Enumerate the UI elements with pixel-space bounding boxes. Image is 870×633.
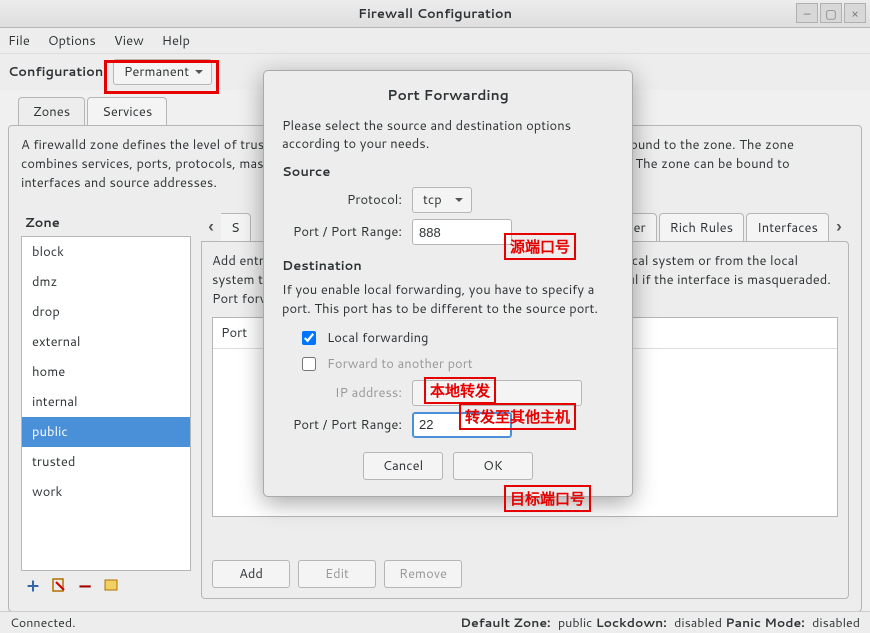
edit-button[interactable]: Edit <box>298 560 376 588</box>
config-tab-rich-rules[interactable]: Rich Rules <box>659 213 745 241</box>
window-title: Firewall Configuration <box>358 5 512 23</box>
status-ld-value: disabled <box>674 614 722 632</box>
local-forwarding-label: Local forwarding <box>327 329 429 347</box>
zone-item[interactable]: drop <box>22 297 190 327</box>
annotation-src-port: 源端口号 <box>504 233 576 260</box>
config-tab-interfaces[interactable]: Interfaces <box>746 213 829 241</box>
maximize-button[interactable]: ▢ <box>820 3 842 23</box>
status-pm-value: disabled <box>812 614 860 632</box>
ok-button[interactable]: OK <box>453 452 533 480</box>
protocol-label: Protocol: <box>282 191 412 209</box>
configuration-dropdown[interactable]: Permanent <box>113 59 212 85</box>
menu-file[interactable]: File <box>8 32 30 50</box>
forward-other-label: Forward to another port <box>327 355 473 373</box>
ip-address-label: IP address: <box>282 384 412 402</box>
window-controls: – ▢ × <box>794 3 866 23</box>
annotation-dst-port: 目标端口号 <box>504 485 591 512</box>
dialog-title: Port Forwarding <box>282 85 614 105</box>
edit-zone-icon[interactable] <box>51 577 67 593</box>
dialog-intro: Please select the source and destination… <box>282 117 614 153</box>
zone-item[interactable]: internal <box>22 387 190 417</box>
local-forwarding-checkbox[interactable]: Local forwarding <box>298 328 614 348</box>
remove-zone-icon[interactable]: − <box>77 577 93 593</box>
src-port-input[interactable] <box>412 219 512 245</box>
menu-help[interactable]: Help <box>162 32 190 50</box>
defaults-zone-icon[interactable] <box>103 577 119 593</box>
zone-item[interactable]: dmz <box>22 267 190 297</box>
menu-options[interactable]: Options <box>48 32 96 50</box>
zone-header: Zone <box>21 212 191 236</box>
config-tab-partial-left[interactable]: S <box>221 213 251 241</box>
zone-item[interactable]: block <box>22 237 190 267</box>
zone-toolbar: + − <box>21 571 191 599</box>
tab-zones[interactable]: Zones <box>18 97 85 126</box>
statusbar: Connected. Default Zone: public Lockdown… <box>0 611 870 633</box>
annotation-local-fwd: 本地转发 <box>424 377 496 404</box>
zone-list[interactable]: block dmz drop external home internal pu… <box>21 236 191 571</box>
tabs-scroll-right[interactable]: › <box>829 214 849 240</box>
minimize-button[interactable]: – <box>796 3 818 23</box>
zone-item[interactable]: home <box>22 357 190 387</box>
zone-item[interactable]: work <box>22 477 190 507</box>
add-button[interactable]: Add <box>212 560 290 588</box>
src-port-label: Port / Port Range: <box>282 223 412 241</box>
destination-section-header: Destination <box>282 257 614 275</box>
status-dz-value: public <box>558 614 592 632</box>
titlebar: Firewall Configuration – ▢ × <box>0 0 870 28</box>
status-ld-label: Lockdown: <box>596 614 667 632</box>
add-zone-icon[interactable]: + <box>25 577 41 593</box>
protocol-dropdown[interactable]: tcp <box>412 187 472 213</box>
forward-other-check[interactable] <box>302 357 316 371</box>
zone-item[interactable]: external <box>22 327 190 357</box>
status-dz-label: Default Zone: <box>460 614 550 632</box>
zone-item[interactable]: trusted <box>22 447 190 477</box>
annotation-fwd-other: 转发至其他主机 <box>459 403 576 430</box>
protocol-value: tcp <box>423 191 442 209</box>
configuration-value: Permanent <box>124 63 189 81</box>
cancel-button[interactable]: Cancel <box>363 452 443 480</box>
remove-button[interactable]: Remove <box>384 560 462 588</box>
status-connection: Connected. <box>10 614 76 632</box>
status-pm-label: Panic Mode: <box>725 614 804 632</box>
zone-item-selected[interactable]: public <box>22 417 190 447</box>
menu-view[interactable]: View <box>114 32 144 50</box>
close-button[interactable]: × <box>844 3 866 23</box>
destination-help: If you enable local forwarding, you have… <box>282 281 614 317</box>
menubar: File Options View Help <box>0 28 870 54</box>
tabs-scroll-left[interactable]: ‹ <box>201 214 221 240</box>
zone-column: Zone block dmz drop external home intern… <box>21 212 191 599</box>
forward-other-checkbox[interactable]: Forward to another port <box>298 354 614 374</box>
source-section-header: Source <box>282 163 614 181</box>
configuration-label: Configuration: <box>8 63 107 81</box>
local-forwarding-check[interactable] <box>302 331 316 345</box>
tab-services[interactable]: Services <box>87 97 167 126</box>
status-right: Default Zone: public Lockdown: disabled … <box>460 614 860 632</box>
dst-port-label: Port / Port Range: <box>282 416 412 434</box>
port-forwarding-dialog: Port Forwarding Please select the source… <box>263 70 633 497</box>
